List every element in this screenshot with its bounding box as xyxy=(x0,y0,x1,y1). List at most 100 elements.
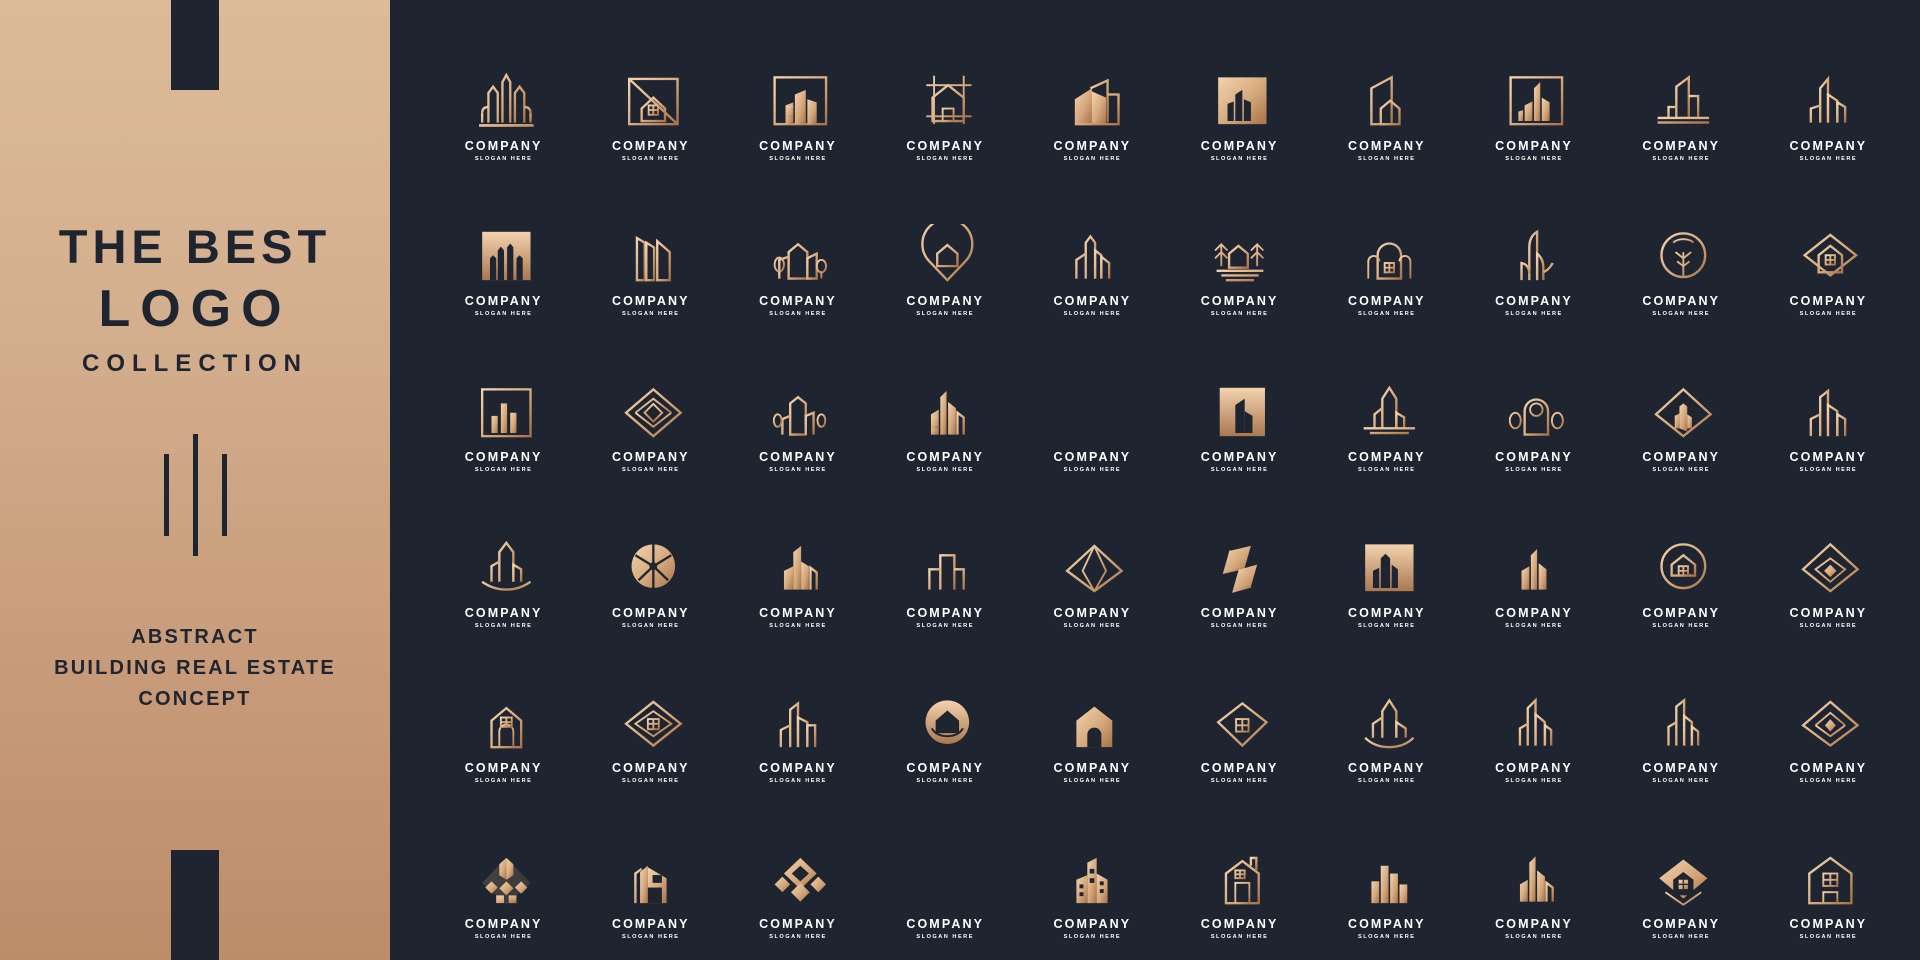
logo-slogan: SLOGAN HERE xyxy=(1505,778,1563,785)
logo-card[interactable]: COMPANY SLOGAN HERE xyxy=(1460,168,1607,324)
logo-company-name: COMPANY xyxy=(1789,761,1868,776)
logo-card[interactable]: COMPANY SLOGAN HERE xyxy=(724,790,871,946)
logo-card[interactable]: COMPANY SLOGAN HERE xyxy=(1608,168,1755,324)
logo-company-name: COMPANY xyxy=(1200,917,1279,931)
logo-card[interactable]: COMPANY SLOGAN HERE xyxy=(724,168,871,324)
logo-slogan: SLOGAN HERE xyxy=(1063,467,1122,473)
logo-card[interactable]: COMPANY SLOGAN HERE xyxy=(1608,790,1755,946)
logo-slogan: SLOGAN HERE xyxy=(916,622,974,629)
logo-card[interactable]: COMPANY SLOGAN HERE xyxy=(577,790,724,946)
logo-card[interactable]: COMPANY SLOGAN HERE xyxy=(577,635,724,791)
logo-card[interactable]: COMPANY SLOGAN HERE xyxy=(1313,168,1460,324)
logo-card[interactable]: COMPANY SLOGAN HERE xyxy=(1166,479,1313,635)
logo-slogan: SLOGAN HERE xyxy=(1799,778,1858,785)
logo-card[interactable]: COMPANY SLOGAN HERE xyxy=(1313,790,1460,946)
logo-slogan: SLOGAN HERE xyxy=(1063,311,1122,318)
logo-card[interactable]: COMPANY SLOGAN HERE xyxy=(1460,479,1607,635)
logo-card[interactable]: COMPANY SLOGAN HERE xyxy=(430,790,577,946)
logo-card[interactable]: COMPANY SLOGAN HERE xyxy=(1755,479,1902,635)
logo-card[interactable]: COMPANY SLOGAN HERE xyxy=(1755,790,1902,946)
house-pines-lake-icon xyxy=(1194,212,1286,286)
logo-company-name: COMPANY xyxy=(1347,917,1426,931)
logo-card[interactable]: COMPANY SLOGAN HERE xyxy=(1313,323,1460,479)
logo-card[interactable]: COMPANY SLOGAN HERE xyxy=(1313,635,1460,791)
stacked-boxes-outline-icon xyxy=(899,524,991,598)
logo-card[interactable]: COMPANY SLOGAN HERE xyxy=(724,635,871,791)
logo-company-name: COMPANY xyxy=(611,605,690,620)
logo-card[interactable]: COMPANY SLOGAN HERE xyxy=(577,323,724,479)
logo-card[interactable]: COMPANY SLOGAN HERE xyxy=(872,12,1019,168)
logo-slogan: SLOGAN HERE xyxy=(916,467,974,473)
logo-card[interactable]: COMPANY SLOGAN HERE xyxy=(1460,12,1607,168)
logo-card[interactable]: COMPANY SLOGAN HERE xyxy=(1166,635,1313,791)
logo-card[interactable]: COMPANY SLOGAN HERE xyxy=(724,12,871,168)
logo-card[interactable]: COMPANY SLOGAN HERE xyxy=(1166,790,1313,946)
title-line-the-best: THE BEST xyxy=(58,220,332,274)
logo-company-name: COMPANY xyxy=(759,294,837,309)
logo-slogan: SLOGAN HERE xyxy=(1505,467,1563,473)
buildings-with-trees-icon xyxy=(752,212,844,286)
logo-card[interactable]: COMPANY SLOGAN HERE xyxy=(872,168,1019,324)
logo-slogan: SLOGAN HERE xyxy=(1505,934,1563,940)
logo-card[interactable]: COMPANY SLOGAN HERE xyxy=(1019,168,1166,324)
house-window-outline-icon xyxy=(1782,835,1874,909)
logo-card[interactable]: COMPANY SLOGAN HERE xyxy=(1755,323,1902,479)
logo-card[interactable]: COMPANY SLOGAN HERE xyxy=(1019,323,1166,479)
diamond-roof-frame-icon xyxy=(1782,679,1874,753)
logo-card[interactable]: COMPANY SLOGAN HERE xyxy=(1755,635,1902,791)
logo-card[interactable]: COMPANY SLOGAN HERE xyxy=(1608,12,1755,168)
bar-towers-solid-icon xyxy=(1341,835,1433,909)
logo-card[interactable]: COMPANY SLOGAN HERE xyxy=(577,479,724,635)
logo-card[interactable]: COMPANY SLOGAN HERE xyxy=(1608,479,1755,635)
logo-company-name: COMPANY xyxy=(1200,761,1279,776)
logo-card[interactable]: COMPANY SLOGAN HERE xyxy=(430,12,577,168)
logo-card[interactable]: COMPANY SLOGAN HERE xyxy=(430,479,577,635)
logo-company-name: COMPANY xyxy=(611,450,690,464)
logo-slogan: SLOGAN HERE xyxy=(1063,778,1122,785)
logo-slogan: SLOGAN HERE xyxy=(622,155,680,162)
logo-card[interactable]: COMPANY SLOGAN HERE xyxy=(430,323,577,479)
logo-card[interactable]: COMPANY SLOGAN HERE xyxy=(1460,790,1607,946)
logo-card[interactable]: COMPANY SLOGAN HERE xyxy=(724,479,871,635)
logo-card[interactable]: COMPANY SLOGAN HERE xyxy=(1608,323,1755,479)
logo-card[interactable]: COMPANY SLOGAN HERE xyxy=(1019,790,1166,946)
logo-slogan: SLOGAN HERE xyxy=(1358,778,1416,785)
logo-card[interactable]: COMPANY SLOGAN HERE xyxy=(1313,479,1460,635)
logo-card[interactable]: COMPANY SLOGAN HERE xyxy=(872,479,1019,635)
logo-card[interactable]: COMPANY SLOGAN HERE xyxy=(1166,12,1313,168)
logo-card[interactable]: COMPANY SLOGAN HERE xyxy=(1460,635,1607,791)
house-with-chimney-icon xyxy=(1194,835,1286,909)
logo-card[interactable]: COMPANY SLOGAN HERE xyxy=(1019,635,1166,791)
tall-tower-stack-icon xyxy=(1635,679,1727,753)
spire-crystal-tower-icon xyxy=(458,524,550,598)
logo-card[interactable]: COMPANY SLOGAN HERE xyxy=(1608,635,1755,791)
emblem-bar-middle xyxy=(192,433,198,556)
logo-company-name: COMPANY xyxy=(1789,917,1868,931)
logo-company-name: COMPANY xyxy=(906,917,985,931)
logo-card[interactable]: COMPANY SLOGAN HERE xyxy=(872,323,1019,479)
diamond-window-house-icon xyxy=(1635,835,1727,909)
logo-slogan: SLOGAN HERE xyxy=(916,778,974,785)
logo-company-name: COMPANY xyxy=(1053,761,1132,776)
logo-card[interactable]: COMPANY SLOGAN HERE xyxy=(430,168,577,324)
logo-card[interactable]: COMPANY SLOGAN HERE xyxy=(577,12,724,168)
logo-card[interactable]: COMPANY SLOGAN HERE xyxy=(1019,479,1166,635)
logo-card[interactable]: COMPANY SLOGAN HERE xyxy=(1166,168,1313,324)
logo-card[interactable]: COMPANY SLOGAN HERE xyxy=(1019,12,1166,168)
logo-card[interactable]: COMPANY SLOGAN HERE xyxy=(1755,12,1902,168)
diamond-facet-star-icon xyxy=(1782,524,1874,598)
logo-card[interactable]: COMPANY SLOGAN HERE xyxy=(1460,323,1607,479)
logo-card[interactable]: COMPANY SLOGAN HERE xyxy=(872,790,1019,946)
logo-card[interactable]: COMPANY SLOGAN HERE xyxy=(724,323,871,479)
logo-company-name: COMPANY xyxy=(1200,294,1279,309)
logo-card[interactable]: COMPANY SLOGAN HERE xyxy=(1755,168,1902,324)
sharp-skyline-icon xyxy=(1488,835,1580,909)
logo-card[interactable]: COMPANY SLOGAN HERE xyxy=(577,168,724,324)
logo-card[interactable]: COMPANY SLOGAN HERE xyxy=(430,635,577,791)
logo-card[interactable]: COMPANY SLOGAN HERE xyxy=(1313,12,1460,168)
logo-card[interactable]: COMPANY SLOGAN HERE xyxy=(872,635,1019,791)
logo-card[interactable]: COMPANY SLOGAN HERE xyxy=(1166,323,1313,479)
tilted-building-slabs-icon xyxy=(605,212,697,286)
logo-company-name: COMPANY xyxy=(611,917,690,931)
crystal-spire-tower-icon xyxy=(1341,679,1433,753)
